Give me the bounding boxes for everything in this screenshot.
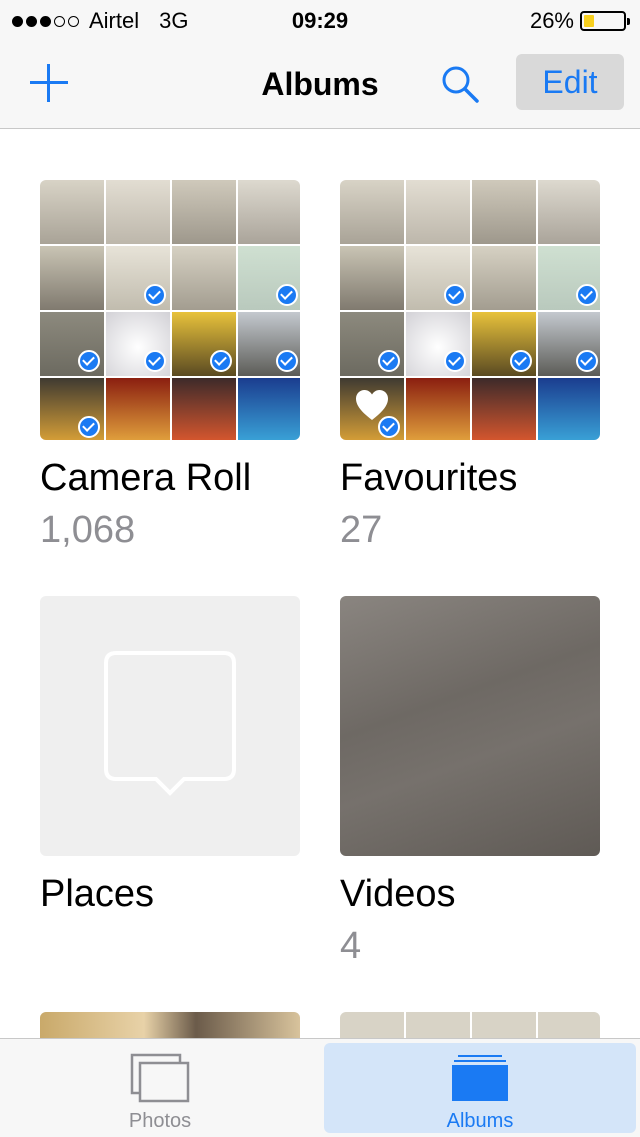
check-icon — [210, 350, 232, 372]
album-thumbnail[interactable] — [340, 596, 600, 856]
album-camera-roll[interactable]: Camera Roll 1,068 — [40, 180, 300, 552]
album-name: Camera Roll — [40, 457, 252, 499]
tab-label: Photos — [128, 1110, 192, 1132]
check-icon — [510, 350, 532, 372]
check-icon — [378, 350, 400, 372]
check-icon — [78, 350, 100, 372]
check-icon — [444, 284, 466, 306]
battery-icon — [580, 11, 630, 31]
photos-tab-icon — [130, 1053, 190, 1103]
albums-tab-icon — [452, 1055, 508, 1101]
status-bar: Airtel 3G 09:29 26% — [0, 0, 640, 40]
check-icon — [576, 284, 598, 306]
album-thumbnail[interactable] — [340, 180, 600, 440]
tab-label: Albums — [446, 1110, 514, 1132]
edit-button[interactable]: Edit — [516, 54, 624, 110]
tab-albums[interactable]: Albums — [324, 1043, 636, 1133]
check-icon — [276, 350, 298, 372]
check-icon — [144, 284, 166, 306]
tab-bar: Photos Albums — [0, 1038, 640, 1137]
album-thumbnail[interactable] — [40, 180, 300, 440]
check-icon — [144, 350, 166, 372]
tab-photos[interactable]: Photos — [0, 1043, 320, 1133]
album-places[interactable]: Places — [40, 596, 300, 916]
album-count: 27 — [340, 509, 383, 551]
album-favourites[interactable]: Favourites 27 — [340, 180, 600, 552]
album-videos[interactable]: Videos 4 — [340, 596, 600, 968]
place-pin-icon — [104, 651, 236, 796]
heart-icon — [356, 390, 388, 420]
check-icon — [276, 284, 298, 306]
album-name: Places — [40, 873, 155, 915]
album-count: 4 — [340, 925, 362, 967]
album-thumbnail[interactable] — [40, 596, 300, 856]
album-name: Videos — [340, 873, 456, 915]
check-icon — [576, 350, 598, 372]
check-icon — [78, 416, 100, 438]
album-count: 1,068 — [40, 509, 136, 551]
album-name: Favourites — [340, 457, 518, 499]
battery-percent: 26% — [529, 8, 574, 33]
search-icon[interactable] — [440, 64, 480, 104]
check-icon — [444, 350, 466, 372]
navigation-bar: Albums Edit — [0, 40, 640, 129]
